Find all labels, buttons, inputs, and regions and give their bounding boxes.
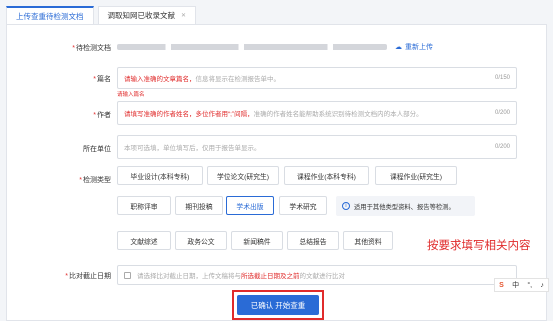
title-char-count: 0/150 (494, 75, 510, 81)
date-placeholder-b: 的文献进行比对 (299, 273, 346, 280)
tab-bar: 上传查重待检测文档 调取知网已收录文献 ✕ (6, 4, 200, 24)
file-label: *待检测文档 (72, 45, 111, 52)
type-option-government-document[interactable]: 政务公文 (175, 231, 227, 250)
reupload-button[interactable]: ☁ 重新上传 (395, 42, 433, 52)
type-option-title-review[interactable]: 职称评审 (117, 196, 171, 215)
unit-char-count: 0/200 (494, 144, 510, 150)
type-option-undergrad-design[interactable]: 毕业设计(本科专科) (117, 166, 203, 185)
type-option-summary-report[interactable]: 总结报告 (287, 231, 339, 250)
tab-cnki-retrieve[interactable]: 调取知网已收录文献 ✕ (97, 6, 197, 24)
author-char-count: 0/200 (494, 110, 510, 116)
type-info-box: i 适用于其他类型资料、报告等检测。 (336, 196, 475, 216)
type-option-news-article[interactable]: 新闻稿件 (231, 231, 283, 250)
title-label: *篇名 (93, 76, 111, 83)
tab-cnki-label: 调取知网已收录文献 (107, 11, 176, 20)
author-placeholder-red: 请填写准确的作者姓名，多位作者用“;”间隔， (124, 111, 254, 118)
sogou-logo-icon: S (499, 281, 504, 289)
date-input[interactable]: 请选择比对截止日期，上传文稿将与 所选截止日期及之前 的文献进行比对 (117, 265, 517, 285)
microphone-icon[interactable]: ♪ (540, 282, 544, 289)
title-input[interactable]: 请输入准确的文章篇名， 信息将显示在检测报告单中。 0/150 (117, 67, 517, 89)
author-placeholder-rest: 准确的作者姓名能帮助系统识别待检测文档内的本人部分。 (253, 111, 423, 118)
type-option-other-materials[interactable]: 其他资料 (343, 231, 393, 250)
unit-label: 所在单位 (83, 146, 111, 153)
date-placeholder-red: 所选截止日期及之前 (241, 273, 300, 280)
type-option-undergrad-coursework[interactable]: 课程作业(本科专科) (284, 166, 369, 185)
type-option-academic-publishing[interactable]: 学术出版 (226, 196, 274, 215)
author-input[interactable]: 请填写准确的作者姓名，多位作者用“;”间隔， 准确的作者姓名能帮助系统识别待检测文… (117, 101, 517, 125)
title-placeholder-red: 请输入准确的文章篇名， (124, 76, 196, 83)
type-option-grad-thesis[interactable]: 学位论文(研究生) (207, 166, 279, 185)
date-label: *比对截止日期 (65, 273, 111, 280)
type-option-grad-coursework[interactable]: 课程作业(研究生) (375, 166, 457, 185)
type-info-text: 适用于其他类型资料、报告等检测。 (354, 203, 455, 211)
form-panel: *待检测文档 ☁ 重新上传 *篇名 请输入准确的文章篇名， 信息将显示在检测报告单中… (6, 24, 547, 321)
ime-toolbar[interactable]: S 中 °, ♪ (494, 278, 549, 292)
type-option-journal-submission[interactable]: 期刊投稿 (175, 196, 223, 215)
tab-upload-document[interactable]: 上传查重待检测文档 (6, 6, 94, 24)
unit-input[interactable]: 本项可选填，单位填写后，仅用于报告单显示。 0/200 (117, 135, 517, 159)
annotation-note: 按要求填写相关内容 (427, 240, 531, 252)
start-check-button[interactable]: 已确认 开始查重 (237, 295, 319, 315)
ime-punctuation[interactable]: °, (527, 282, 532, 289)
info-icon: i (342, 202, 350, 210)
tab-upload-label: 上传查重待检测文档 (16, 11, 84, 21)
unit-placeholder: 本项可选填，单位填写后，仅用于报告单显示。 (124, 145, 261, 152)
date-placeholder-a: 请选择比对截止日期，上传文稿将与 (137, 273, 241, 280)
author-label: *作者 (93, 112, 111, 119)
type-label: *检测类型 (79, 177, 111, 184)
type-option-literature-review[interactable]: 文献综述 (117, 231, 171, 250)
title-placeholder-rest: 信息将显示在检测报告单中。 (195, 76, 281, 83)
reupload-label: 重新上传 (405, 44, 433, 51)
ime-language[interactable]: 中 (512, 280, 519, 290)
cloud-upload-icon: ☁ (395, 44, 402, 51)
calendar-icon (124, 271, 131, 279)
file-name-blurred (117, 44, 387, 50)
close-icon[interactable]: ✕ (181, 12, 186, 19)
title-error: 请输入篇名 (117, 92, 145, 98)
type-option-academic-research[interactable]: 学术研究 (279, 196, 327, 215)
